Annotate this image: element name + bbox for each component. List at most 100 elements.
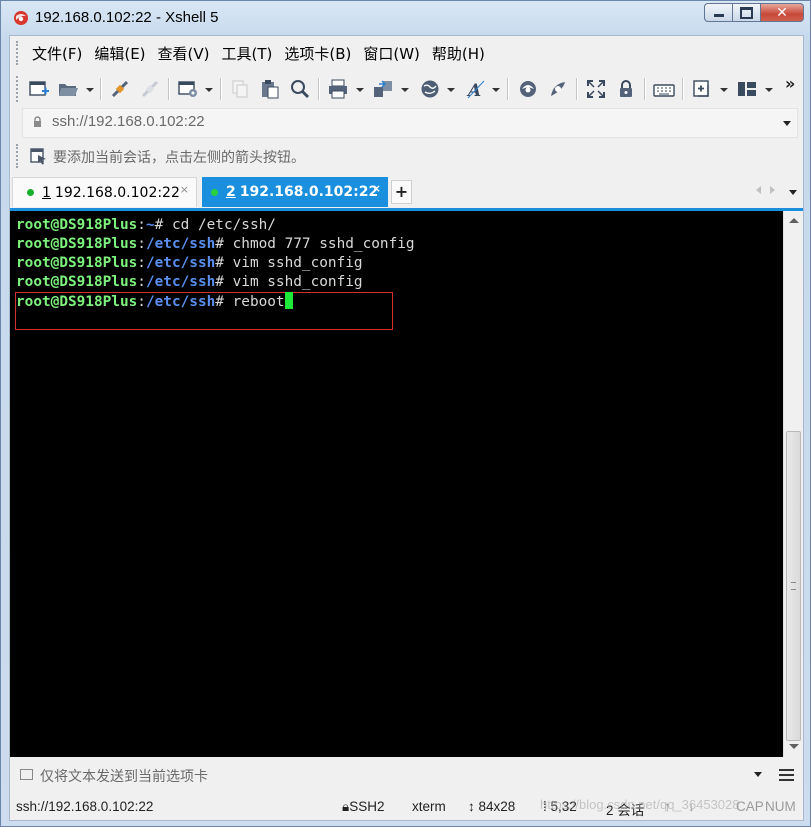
status-address: ssh://192.168.0.102:22 [16,799,154,814]
font-icon[interactable]: A [465,78,487,101]
menu-item[interactable]: 窗口(W) [357,44,426,64]
toolbar-separator [682,78,684,100]
lock-icon [34,116,41,127]
terminal-line: root@DS918Plus:/etc/ssh# reboot [16,292,293,311]
minimize-button[interactable] [704,3,732,22]
scroll-up-icon[interactable] [789,218,799,223]
disconnect-icon[interactable] [139,78,161,100]
terminal-line: root@DS918Plus:/etc/ssh# chmod 777 sshd_… [16,235,415,254]
status-bar: ssh://192.168.0.102:22 🔒︎SSH2 xterm ↕ 84… [10,794,803,820]
menu-item[interactable]: 帮助(H) [426,44,491,64]
more-icon[interactable]: » [785,76,799,100]
tab-close-icon[interactable]: × [372,182,381,195]
toolbar-separator [644,78,646,100]
resize-icon: ↕ [468,799,479,814]
transfer-dropdown-icon[interactable] [401,88,409,92]
connected-status-icon [211,188,218,196]
terminal-cursor [284,292,293,309]
paste-icon[interactable] [259,78,281,100]
prompt-separator: : [137,255,146,271]
tab-label: 192.168.0.102:22 [54,184,180,201]
scroll-down-icon[interactable] [789,744,799,749]
open-folder-icon[interactable] [57,78,79,100]
menu-item[interactable]: 工具(T) [216,44,279,64]
menu-item[interactable]: 查看(V) [152,44,216,64]
prompt-user: root@DS918Plus [16,294,138,310]
menu-item[interactable]: 文件(F) [26,44,88,64]
print-icon[interactable] [327,78,349,100]
prompt-separator: : [137,274,146,290]
prompt-user: root@DS918Plus [16,255,138,271]
globe-dropdown-icon[interactable] [447,88,455,92]
tab-session-2[interactable]: 2 192.168.0.102:22 × [202,177,388,207]
new-tab-button[interactable]: + [391,180,412,204]
compose-icon[interactable] [20,769,33,780]
address-bar[interactable]: ssh://192.168.0.102:22 [22,108,798,138]
xshell-window: 192.168.0.102:22 - Xshell 5 ✕ 文件(F) 编辑(E)… [0,0,811,827]
properties-dropdown-icon[interactable] [205,88,213,92]
add-session-arrow-icon[interactable] [30,147,48,165]
terminal-scrollbar[interactable] [783,211,803,757]
address-dropdown-icon[interactable] [783,121,791,126]
hintbar-grip[interactable] [16,144,21,168]
new-tab-dropdown-icon[interactable] [720,88,728,92]
menu-item[interactable]: 选项卡(B) [278,44,357,64]
menu-item[interactable]: 编辑(E) [88,44,151,64]
font-dropdown-icon[interactable] [492,88,500,92]
tab-scroll-right-icon[interactable] [770,186,775,194]
prompt-user: root@DS918Plus [16,236,138,252]
transfer-icon[interactable] [372,78,394,100]
fullscreen-icon[interactable] [585,78,607,100]
prompt-path: /etc/ssh [145,236,216,252]
toolbar-grip[interactable] [16,76,21,102]
connect-icon[interactable] [109,78,131,100]
status-terminal-type: xterm [412,799,446,814]
address-input[interactable]: ssh://192.168.0.102:22 [52,113,205,130]
tab-list-dropdown-icon[interactable] [789,190,797,195]
layout-dropdown-icon[interactable] [765,88,773,92]
tab-label: 192.168.0.102:22 [239,184,379,200]
keyboard-icon[interactable] [653,78,675,100]
lock-icon[interactable] [615,78,637,100]
prompt-symbol: # [154,217,164,233]
new-tab-icon[interactable] [692,78,714,100]
watermark-text: https://blog.csdn.net/qq_36453028 [540,797,740,812]
print-dropdown-icon[interactable] [356,88,364,92]
prompt-separator: : [137,217,146,233]
prompt-path: /etc/ssh [145,294,216,310]
tab-close-icon[interactable]: × [180,183,189,196]
open-dropdown-icon[interactable] [86,88,94,92]
toolbar-separator [318,78,320,100]
terminal-line: root@DS918Plus:~# cd /etc/ssh/ [16,216,276,235]
prompt-symbol: # [215,274,224,290]
globe-icon[interactable] [419,78,441,100]
scroll-thumb[interactable] [786,431,801,741]
close-button[interactable]: ✕ [760,3,804,22]
toolbar-separator [100,78,102,100]
hamburger-menu-icon[interactable] [779,769,794,781]
toolbar-separator [220,78,222,100]
new-session-icon[interactable] [28,78,50,100]
copy-icon[interactable] [229,78,251,100]
xmanager-icon[interactable] [547,78,569,100]
prompt-separator: : [137,236,146,252]
status-size-label: 84x28 [478,799,516,814]
find-icon[interactable] [289,78,311,100]
title-bar[interactable]: 192.168.0.102:22 - Xshell 5 ✕ [1,1,810,35]
status-num-lock: NUM [765,799,796,814]
xftp-icon[interactable] [517,78,539,100]
compose-bar[interactable]: 仅将文本发送到当前选项卡 [10,760,803,790]
layout-icon[interactable] [736,78,758,100]
terminal-screen[interactable]: root@DS918Plus:~# cd /etc/ssh/root@DS918… [10,211,783,757]
toolbar-separator [507,78,509,100]
menubar-grip[interactable] [16,41,21,65]
terminal-line: root@DS918Plus:/etc/ssh# vim sshd_config [16,273,363,292]
window-controls: ✕ [704,3,804,24]
status-size: ↕ 84x28 [468,799,515,814]
maximize-button[interactable] [732,3,760,22]
compose-dropdown-icon[interactable] [754,772,762,777]
prompt-user: root@DS918Plus [16,274,138,290]
tab-scroll-left-icon[interactable] [756,186,761,194]
tab-session-1[interactable]: 1 192.168.0.102:22 × [12,177,197,207]
properties-icon[interactable] [177,78,199,100]
